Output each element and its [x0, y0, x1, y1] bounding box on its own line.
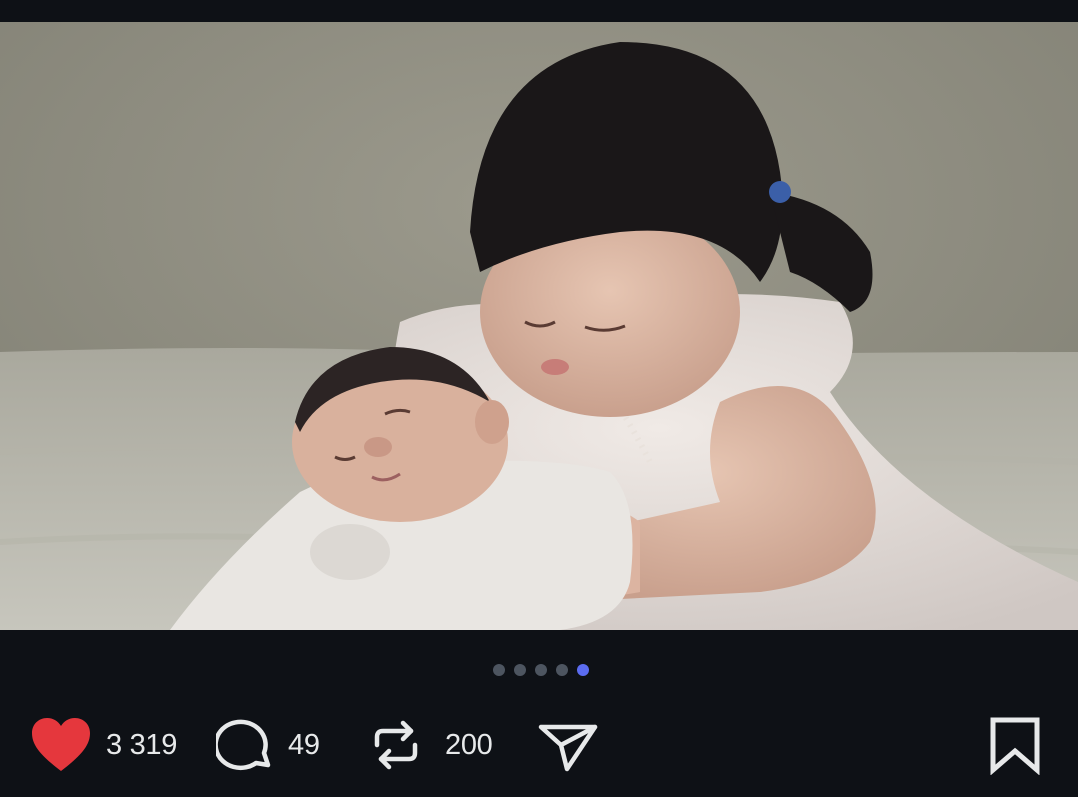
post-actions-bar: 3 319 49 200 — [0, 710, 1078, 780]
bookmark-button[interactable] — [988, 710, 1042, 780]
reply-count: 49 — [288, 728, 320, 761]
bookmark-icon — [988, 715, 1042, 775]
post-photo[interactable] — [0, 22, 1078, 630]
carousel-dot[interactable] — [493, 664, 505, 676]
share-button[interactable] — [537, 710, 599, 780]
carousel-dot[interactable] — [514, 664, 526, 676]
carousel-dot[interactable] — [556, 664, 568, 676]
like-count: 3 319 — [106, 728, 178, 761]
like-button[interactable]: 3 319 — [30, 710, 177, 780]
repost-count: 200 — [445, 728, 493, 761]
speech-bubble-icon — [216, 715, 276, 775]
paper-plane-icon — [537, 717, 599, 773]
carousel-dot[interactable] — [535, 664, 547, 676]
repost-arrows-icon — [371, 715, 421, 775]
photo-illustration — [0, 22, 1078, 630]
carousel-indicator — [0, 664, 1078, 676]
repost-button[interactable]: 200 — [371, 710, 493, 780]
top-bar — [0, 0, 1078, 22]
carousel-dot-active[interactable] — [577, 664, 589, 676]
heart-icon — [30, 717, 92, 773]
reply-button[interactable]: 49 — [216, 710, 320, 780]
